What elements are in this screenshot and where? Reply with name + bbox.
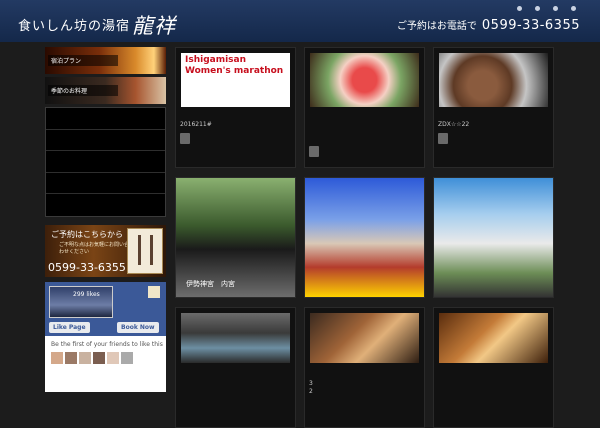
sidebar-menu (45, 107, 166, 217)
sashimi-image[interactable] (310, 53, 419, 107)
nav-dot[interactable] (517, 6, 522, 11)
friend-avatars (51, 351, 133, 364)
book-now-button[interactable]: Book Now (117, 321, 159, 333)
site-logo[interactable]: 食いしん坊の湯宿龍祥 (18, 10, 176, 40)
suite-room-image[interactable] (439, 313, 548, 363)
post-card[interactable]: Ishigamisan Women's marathon 2016211# (175, 47, 296, 168)
comment-icon[interactable] (438, 133, 448, 144)
avatar[interactable] (79, 351, 91, 364)
nav-dot[interactable] (553, 6, 558, 11)
comment-icon[interactable] (309, 146, 319, 157)
post-card[interactable] (304, 177, 425, 298)
facebook-page-avatar[interactable] (148, 285, 160, 298)
shopping-mall-image[interactable] (434, 178, 553, 297)
sidebar: 宿泊プラン 季節のお料理 ご予約はこちらから ご不明な点はお気軽にお問い合わせく… (45, 47, 166, 392)
post-card[interactable]: ZDX☆☆22 (433, 47, 554, 168)
post-card[interactable]: 伊勢神宮 内宮 (175, 177, 296, 298)
menu-item[interactable] (46, 173, 165, 194)
nav-dot[interactable] (535, 6, 540, 11)
theme-park-image[interactable] (305, 178, 424, 297)
scroll-icon (127, 227, 163, 274)
nav-dot[interactable] (571, 6, 576, 11)
header-phone: ご予約はお電話で 0599-33-6355 (396, 18, 580, 33)
avatar[interactable] (51, 351, 63, 364)
post-card[interactable] (304, 47, 425, 168)
avatar[interactable] (107, 351, 119, 364)
post-card[interactable]: 3 2 (304, 307, 425, 428)
post-card[interactable] (433, 307, 554, 428)
avatar[interactable] (93, 351, 105, 364)
avatar[interactable] (121, 351, 133, 364)
like-page-button[interactable]: Like Page (49, 321, 90, 333)
site-header: 食いしん坊の湯宿龍祥 ご予約はお電話で 0599-33-6355 (0, 0, 600, 42)
facebook-friends: Be the first of your friends to like thi… (45, 335, 166, 392)
garden-bath-image[interactable] (181, 313, 290, 363)
abalone-image[interactable] (439, 53, 548, 107)
reservation-banner[interactable]: ご予約はこちらから ご不明な点はお気軽にお問い合わせください 0599-33-6… (45, 224, 166, 277)
menu-item[interactable] (46, 151, 165, 173)
banner-plan[interactable]: 宿泊プラン (45, 47, 166, 74)
post-card[interactable] (433, 177, 554, 298)
facebook-widget: 299 likes Like Page Book Now (45, 281, 166, 336)
avatar[interactable] (65, 351, 77, 364)
post-card[interactable] (175, 307, 296, 428)
menu-item[interactable] (46, 108, 165, 130)
nav-dots (517, 6, 576, 11)
marathon-image[interactable]: Ishigamisan Women's marathon (181, 53, 290, 107)
room-bath-image[interactable] (310, 313, 419, 363)
menu-item[interactable] (46, 130, 165, 151)
comment-icon[interactable] (180, 133, 190, 144)
banner-cuisine[interactable]: 季節のお料理 (45, 77, 166, 104)
menu-item[interactable] (46, 194, 165, 216)
